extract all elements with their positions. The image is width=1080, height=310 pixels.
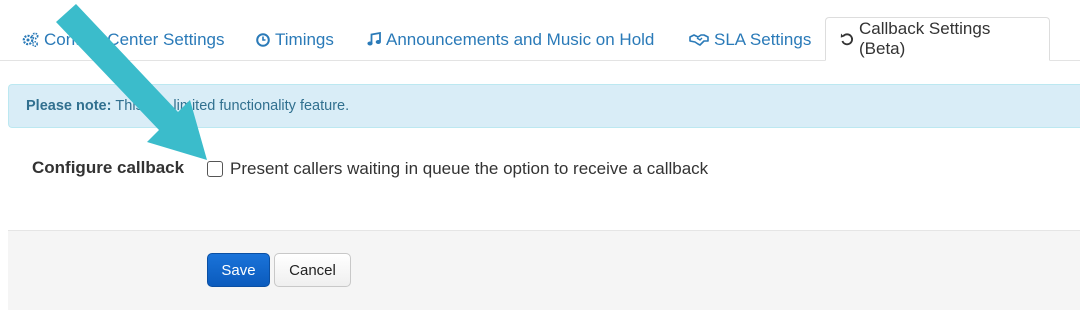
tab-label: Announcements and Music on Hold — [386, 29, 655, 49]
tab-label: Timings — [275, 29, 334, 49]
music-note-icon — [367, 32, 381, 47]
notice-prefix: Please note: — [26, 98, 112, 114]
clock-icon — [256, 32, 270, 47]
tab-label: Contact Center Settings — [44, 29, 225, 49]
handshake-icon — [689, 33, 709, 46]
info-notice: Please note: This is a limited functiona… — [8, 84, 1080, 128]
undo-icon — [840, 32, 854, 46]
tab-timings[interactable]: Timings — [242, 18, 348, 61]
gears-icon — [22, 32, 39, 47]
tab-contact-center-settings[interactable]: Contact Center Settings — [8, 18, 238, 61]
tab-label: SLA Settings — [714, 29, 812, 49]
notice-text: This is a limited functionality feature. — [115, 98, 350, 114]
save-button[interactable]: Save — [207, 253, 270, 287]
tab-callback-settings[interactable]: Callback Settings (Beta) — [825, 17, 1050, 61]
tab-label: Callback Settings (Beta) — [859, 19, 991, 58]
configure-callback-row: Configure callback Present callers waiti… — [0, 150, 1080, 186]
callback-checkbox[interactable] — [207, 161, 223, 177]
tab-bar: Contact Center Settings Timings Announce… — [0, 0, 1080, 61]
callback-checkbox-label: Present callers waiting in queue the opt… — [230, 159, 709, 178]
configure-callback-label: Configure callback — [32, 158, 185, 177]
callback-option[interactable]: Present callers waiting in queue the opt… — [207, 159, 708, 179]
tab-sla-settings[interactable]: SLA Settings — [675, 18, 825, 61]
tab-announcements[interactable]: Announcements and Music on Hold — [353, 18, 668, 61]
cancel-button[interactable]: Cancel — [274, 253, 351, 287]
form-actions: Save Cancel — [8, 230, 1080, 310]
